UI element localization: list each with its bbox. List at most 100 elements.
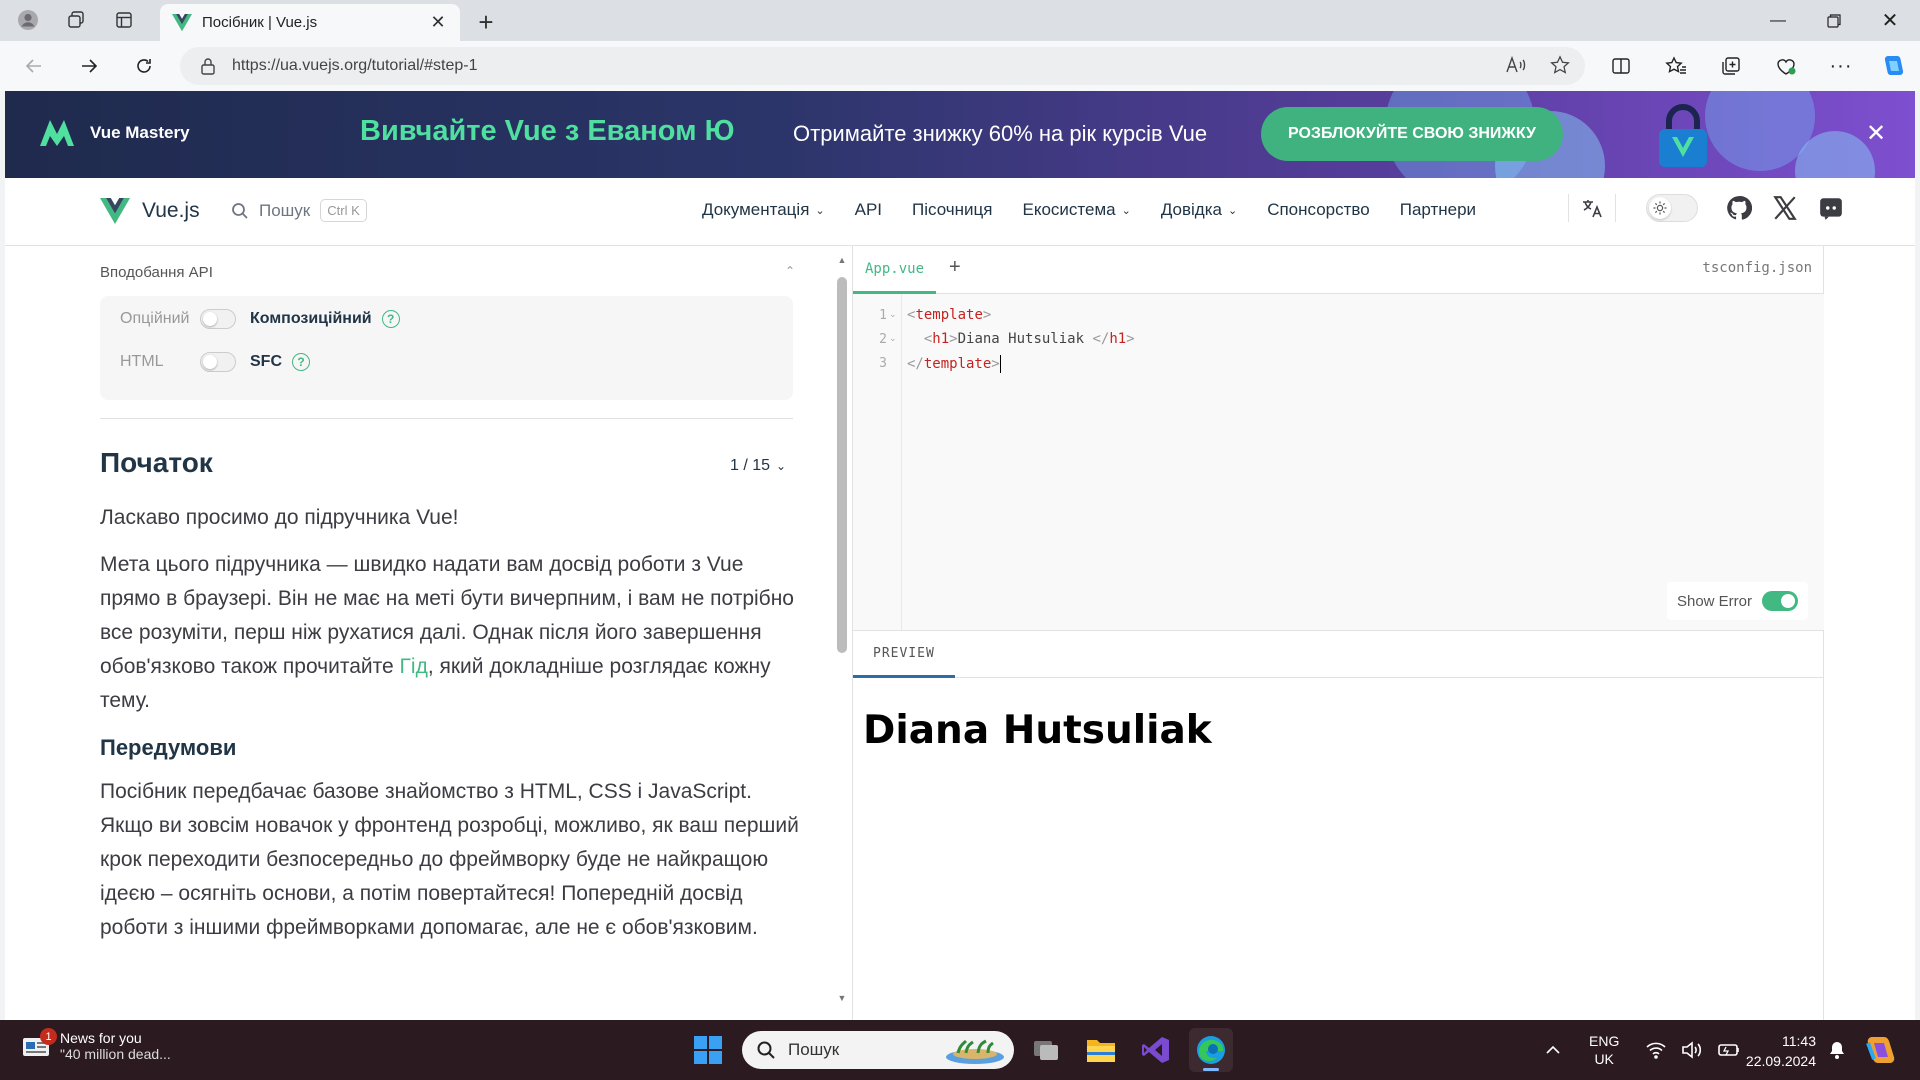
- option-label-sfc[interactable]: SFC: [250, 353, 282, 371]
- tab-preview[interactable]: PREVIEW: [853, 631, 955, 678]
- padlock-icon: [1655, 103, 1711, 169]
- edge-browser-icon[interactable]: [1189, 1028, 1233, 1072]
- preferences-box: Опційний Композиційний ? HTML SFC ?: [100, 296, 793, 400]
- split-screen-icon[interactable]: [1604, 49, 1638, 83]
- show-error-toggle[interactable]: [1762, 591, 1798, 611]
- wifi-icon[interactable]: [1645, 1041, 1667, 1059]
- more-menu-icon[interactable]: ···: [1824, 49, 1858, 83]
- preview-tabs: PREVIEW: [853, 630, 1824, 678]
- read-aloud-icon[interactable]: [1505, 55, 1527, 75]
- file-explorer-icon[interactable]: [1079, 1028, 1123, 1072]
- nav-playground[interactable]: Пісочниця: [912, 200, 992, 220]
- paragraph-prerequisites: Посібник передбачає базове знайомство з …: [100, 780, 799, 939]
- preferences-title[interactable]: Вподобання API: [100, 264, 213, 281]
- scroll-down-arrow[interactable]: ▼: [836, 993, 848, 1003]
- step-selector[interactable]: 1 / 15 ⌄: [730, 457, 786, 475]
- fold-icon[interactable]: ⌄: [889, 309, 897, 320]
- copilot-taskbar-icon[interactable]: [1864, 1035, 1896, 1065]
- code-editor[interactable]: 1 ⌄ 2 ⌄ 3 <template> <h1>Diana Hutsuliak <…: [853, 294, 1824, 630]
- browser-toolbar: https://ua.vuejs.org/tutorial/#step-1 ··…: [0, 41, 1920, 91]
- windows-start-icon[interactable]: [686, 1028, 730, 1072]
- taskbar-search[interactable]: Пошук: [742, 1031, 1014, 1069]
- new-tab-icon[interactable]: +: [470, 6, 502, 38]
- site-logo[interactable]: Vue.js: [100, 198, 200, 224]
- tab-close-icon[interactable]: ✕: [428, 12, 448, 33]
- add-file-icon[interactable]: +: [949, 256, 961, 279]
- api-style-row: Опційний Композиційний ?: [120, 309, 400, 329]
- preview-heading: Diana Hutsuliak: [863, 708, 1212, 753]
- scroll-up-arrow[interactable]: ▲: [836, 255, 848, 265]
- api-style-toggle[interactable]: [200, 309, 236, 329]
- workspaces-icon[interactable]: [58, 2, 94, 38]
- collections-icon[interactable]: [1714, 49, 1748, 83]
- address-bar[interactable]: https://ua.vuejs.org/tutorial/#step-1: [180, 47, 1585, 85]
- restore-icon[interactable]: [1806, 0, 1862, 41]
- nav-sponsor[interactable]: Спонсорство: [1267, 200, 1370, 220]
- search-icon: [757, 1041, 775, 1059]
- option-label-html[interactable]: HTML: [120, 353, 200, 371]
- minimize-icon[interactable]: —: [1750, 0, 1806, 41]
- nav-api[interactable]: API: [855, 200, 882, 220]
- show-error-control[interactable]: Show Error: [1666, 582, 1808, 620]
- nav-ecosystem[interactable]: Екосистема ⌄: [1022, 200, 1130, 220]
- lock-icon[interactable]: [200, 57, 216, 75]
- option-label-composition[interactable]: Композиційний: [250, 310, 372, 328]
- sun-icon: [1653, 201, 1667, 215]
- favorite-star-icon[interactable]: [1549, 55, 1571, 75]
- unlock-discount-button[interactable]: РОЗБЛОКУЙТЕ СВОЮ ЗНИЖКУ: [1261, 107, 1563, 161]
- help-icon[interactable]: ?: [381, 310, 400, 328]
- paragraph-welcome: Ласкаво просимо до підручника Vue!: [100, 506, 459, 529]
- tab-tsconfig[interactable]: tsconfig.json: [1702, 260, 1812, 276]
- nav-about[interactable]: Довідка ⌄: [1161, 200, 1237, 220]
- visual-studio-icon[interactable]: [1134, 1028, 1178, 1072]
- news-title: News for you: [60, 1030, 142, 1046]
- tray-overflow-icon[interactable]: [1545, 1044, 1561, 1056]
- chevron-down-icon: ⌄: [815, 204, 825, 217]
- tab-app-vue[interactable]: App.vue: [853, 246, 937, 294]
- profile-icon[interactable]: [10, 2, 46, 38]
- input-language[interactable]: ENG UK: [1589, 1032, 1619, 1068]
- browser-tab-bar: Посібник | Vue.js ✕ + — ✕: [0, 0, 1920, 41]
- refresh-icon[interactable]: [126, 48, 162, 84]
- editor-tabs: App.vue + tsconfig.json: [853, 246, 1824, 294]
- system-clock[interactable]: 11:43 22.09.2024: [1742, 1031, 1816, 1071]
- browser-essentials-icon[interactable]: [1769, 49, 1803, 83]
- translate-icon[interactable]: [1581, 197, 1603, 219]
- news-widget[interactable]: 1 News for you "40 million dead...: [22, 1028, 171, 1062]
- promo-banner[interactable]: Vue Mastery Вивчайте Vue з Еваном Ю Отри…: [5, 91, 1915, 178]
- notification-bell-icon[interactable]: [1828, 1040, 1846, 1060]
- banner-close-icon[interactable]: ✕: [1861, 119, 1891, 148]
- guide-link[interactable]: Гід: [400, 655, 428, 678]
- nav-docs[interactable]: Документація ⌄: [702, 200, 825, 220]
- tab-actions-icon[interactable]: [106, 2, 142, 38]
- volume-icon[interactable]: [1681, 1041, 1703, 1059]
- scrollbar-thumb[interactable]: [837, 277, 847, 653]
- header-icons: [1568, 194, 1864, 222]
- back-icon[interactable]: [16, 48, 52, 84]
- text-cursor: [999, 355, 1001, 373]
- option-label-options[interactable]: Опційний: [120, 310, 200, 328]
- chevron-up-icon[interactable]: ⌃: [785, 264, 795, 278]
- nav-partners[interactable]: Партнери: [1400, 200, 1476, 220]
- discord-icon[interactable]: [1818, 195, 1844, 221]
- github-icon[interactable]: [1726, 195, 1752, 221]
- main-nav: Документація ⌄ API Пісочниця Екосистема ⌄ …: [702, 200, 1506, 220]
- search-placeholder: Пошук: [259, 200, 311, 220]
- vue-mastery-logo: Vue Mastery: [40, 120, 190, 146]
- search-button[interactable]: Пошук Ctrl K: [231, 199, 367, 222]
- search-highlight-icon: [946, 1039, 1004, 1064]
- copilot-icon[interactable]: [1876, 49, 1910, 83]
- help-icon[interactable]: ?: [292, 353, 310, 371]
- task-view-icon[interactable]: [1024, 1028, 1068, 1072]
- fold-icon[interactable]: ⌄: [889, 333, 897, 344]
- vue-favicon-icon: [172, 13, 192, 31]
- x-twitter-icon[interactable]: [1772, 195, 1798, 221]
- tab-title: Посібник | Vue.js: [202, 14, 318, 31]
- browser-tab-active[interactable]: Посібник | Vue.js ✕: [160, 4, 460, 41]
- battery-icon[interactable]: [1717, 1042, 1741, 1058]
- close-window-icon[interactable]: ✕: [1862, 0, 1918, 41]
- favorites-icon[interactable]: [1659, 49, 1693, 83]
- forward-icon[interactable]: [71, 48, 107, 84]
- file-format-toggle[interactable]: [200, 352, 236, 372]
- theme-toggle[interactable]: [1646, 194, 1698, 222]
